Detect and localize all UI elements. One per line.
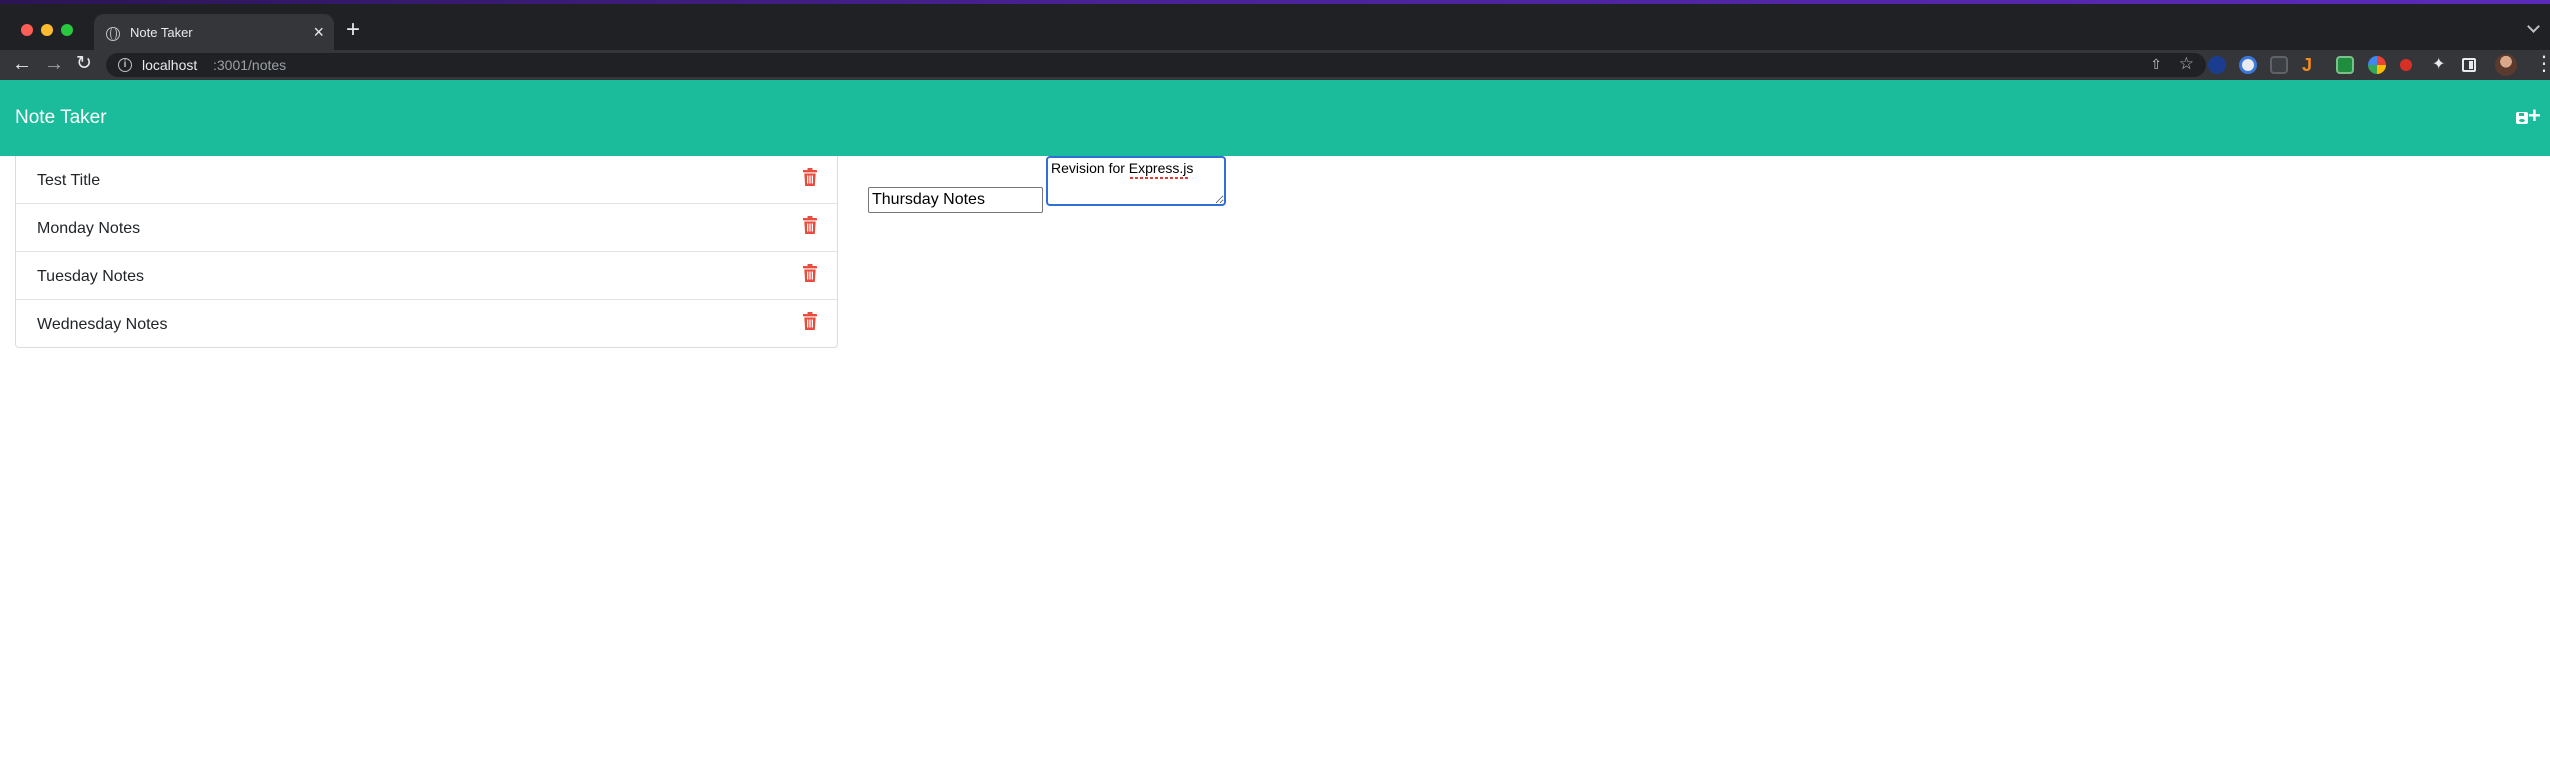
chevron-down-icon[interactable]	[2527, 20, 2540, 33]
extension-icon[interactable]	[2239, 56, 2257, 74]
minimize-window-button[interactable]	[41, 24, 53, 36]
maximize-window-button[interactable]	[61, 24, 73, 36]
browser-toolbar: ← → ↻ i localhost :3001/notes ⇧ ☆	[0, 50, 2550, 80]
browser-tab-active[interactable]: Note Taker ×	[94, 14, 334, 54]
browser-tab-strip: Note Taker × +	[0, 4, 2550, 54]
close-tab-icon[interactable]: ×	[313, 23, 324, 41]
extension-icon[interactable]	[2336, 56, 2354, 74]
list-item[interactable]: Monday Notes	[16, 204, 837, 252]
note-title-label: Wednesday Notes	[37, 316, 168, 333]
info-icon[interactable]: i	[118, 58, 132, 72]
app-brand[interactable]: Note Taker	[15, 107, 107, 129]
note-title-input[interactable]	[868, 187, 1043, 213]
tab-title: Note Taker	[130, 25, 193, 40]
note-text-input[interactable]: Revision for Express.js	[1046, 156, 1226, 206]
forward-button[interactable]: →	[44, 53, 64, 75]
avatar[interactable]	[2495, 54, 2517, 76]
trash-icon[interactable]	[803, 264, 817, 282]
close-window-button[interactable]	[21, 24, 33, 36]
trash-icon[interactable]	[803, 312, 817, 330]
share-icon[interactable]: ⇧	[2150, 56, 2162, 73]
save-icon[interactable]	[2516, 112, 2528, 124]
note-title-label: Monday Notes	[37, 220, 141, 237]
extension-icon[interactable]: J	[2302, 56, 2320, 74]
note-title-label: Test Title	[37, 172, 101, 189]
url-path: :3001/notes	[213, 57, 287, 73]
reload-button[interactable]: ↻	[76, 53, 92, 75]
trash-icon[interactable]	[803, 216, 817, 234]
back-button[interactable]: ←	[12, 53, 32, 75]
new-tab-button[interactable]: +	[346, 18, 360, 42]
list-item[interactable]: Test Title	[16, 156, 837, 204]
browser-menu-icon[interactable]: ⋮	[2534, 52, 2550, 76]
new-note-icon[interactable]: +	[2528, 103, 2541, 129]
list-item[interactable]: Tuesday Notes	[16, 252, 837, 300]
extension-icon[interactable]	[2368, 56, 2386, 74]
trash-icon[interactable]	[803, 168, 817, 186]
extension-icon[interactable]	[2400, 59, 2412, 71]
puzzle-icon[interactable]: ✦	[2432, 56, 2450, 74]
bookmark-star-icon[interactable]: ☆	[2179, 54, 2194, 74]
side-panel-icon[interactable]	[2462, 58, 2476, 72]
globe-icon	[106, 27, 120, 41]
list-item[interactable]: Wednesday Notes	[16, 300, 837, 348]
note-title-label: Tuesday Notes	[37, 268, 145, 285]
url-host: localhost	[142, 57, 198, 73]
extension-icon[interactable]	[2208, 56, 2226, 74]
note-list: Test Title Monday Notes Tuesday Notes We…	[15, 156, 838, 348]
extension-icon[interactable]	[2270, 56, 2288, 74]
app-navbar: Note Taker +	[0, 80, 2550, 156]
address-bar[interactable]: i localhost :3001/notes ⇧ ☆	[106, 53, 2206, 77]
